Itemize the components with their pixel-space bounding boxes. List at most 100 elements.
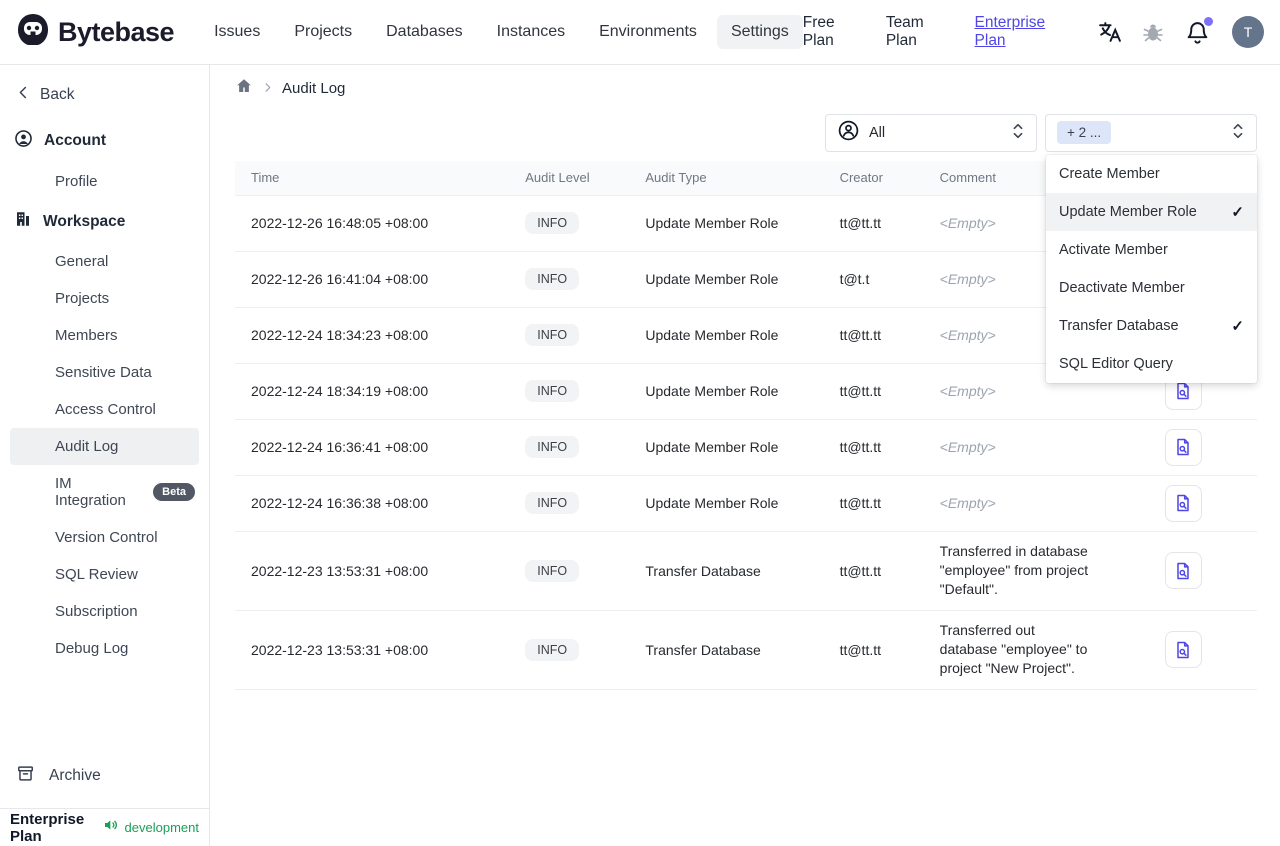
nav-item-instances[interactable]: Instances bbox=[483, 15, 579, 49]
cell-time: 2022-12-24 16:36:41 +08:00 bbox=[235, 418, 510, 475]
cell-audit-type: Update Member Role bbox=[629, 362, 824, 419]
sidebar-item-im-integration[interactable]: IM Integration Beta bbox=[0, 465, 209, 519]
audit-level-badge: INFO bbox=[525, 324, 580, 346]
audit-level-badge: INFO bbox=[525, 380, 580, 402]
creator-filter-select[interactable]: All bbox=[825, 114, 1037, 152]
cell-time: 2022-12-26 16:48:05 +08:00 bbox=[235, 194, 510, 251]
home-icon[interactable] bbox=[235, 77, 253, 100]
audit-level-badge: INFO bbox=[525, 212, 580, 234]
cell-creator: tt@tt.tt bbox=[823, 474, 924, 531]
sidebar-item-access-control[interactable]: Access Control bbox=[0, 391, 209, 428]
menu-item-create-member[interactable]: Create Member bbox=[1046, 155, 1257, 193]
back-button[interactable]: Back bbox=[0, 79, 209, 119]
chevron-right-icon bbox=[262, 80, 273, 98]
cell-creator: tt@tt.tt bbox=[823, 194, 924, 251]
sidebar-item-debug-log[interactable]: Debug Log bbox=[0, 630, 209, 667]
team-plan-link[interactable]: Team Plan bbox=[886, 14, 955, 50]
cell-audit-type: Update Member Role bbox=[629, 194, 824, 251]
audit-log-page: Audit Log All + 2 ... Time Audit Level A… bbox=[210, 65, 1280, 846]
menu-item-deactivate-member[interactable]: Deactivate Member bbox=[1046, 269, 1257, 307]
chevron-left-icon bbox=[16, 85, 31, 105]
audit-level-badge: INFO bbox=[525, 436, 580, 458]
sidebar-item-subscription[interactable]: Subscription bbox=[0, 593, 209, 630]
bytebase-logo[interactable]: Bytebase bbox=[16, 13, 175, 52]
menu-item-update-member-role[interactable]: Update Member Role ✓ bbox=[1046, 193, 1257, 231]
cell-audit-type: Update Member Role bbox=[629, 306, 824, 363]
sidebar-item-archive[interactable]: Archive bbox=[0, 754, 209, 798]
cell-comment: <Empty> bbox=[923, 418, 1110, 475]
nav-item-databases[interactable]: Databases bbox=[372, 15, 477, 49]
col-header-creator: Creator bbox=[823, 161, 924, 195]
cell-creator: t@t.t bbox=[823, 250, 924, 307]
nav-item-environments[interactable]: Environments bbox=[585, 15, 711, 49]
archive-box-icon bbox=[16, 764, 35, 788]
cell-time: 2022-12-24 16:36:38 +08:00 bbox=[235, 474, 510, 531]
creator-filter-value: All bbox=[869, 125, 886, 141]
speaker-icon[interactable] bbox=[103, 817, 119, 838]
cell-comment: Transferred out database "employee" to p… bbox=[923, 609, 1110, 690]
view-detail-button[interactable] bbox=[1164, 428, 1202, 466]
sidebar-item-audit-log[interactable]: Audit Log bbox=[10, 428, 199, 465]
free-plan-link[interactable]: Free Plan bbox=[803, 14, 866, 50]
table-row: 2022-12-24 16:36:41 +08:00 INFO Update M… bbox=[235, 418, 1257, 475]
cell-comment: Transferred in database "employee" from … bbox=[923, 530, 1110, 610]
sidebar-item-profile[interactable]: Profile bbox=[0, 163, 209, 200]
menu-item-activate-member[interactable]: Activate Member bbox=[1046, 231, 1257, 269]
sidebar-section-workspace: Workspace bbox=[0, 200, 209, 243]
cell-creator: tt@tt.tt bbox=[823, 530, 924, 610]
enterprise-plan-link[interactable]: Enterprise Plan bbox=[975, 14, 1074, 50]
cell-audit-type: Update Member Role bbox=[629, 250, 824, 307]
bug-report-icon[interactable] bbox=[1140, 19, 1166, 45]
sidebar-item-sensitive-data[interactable]: Sensitive Data bbox=[0, 354, 209, 391]
cell-creator: tt@tt.tt bbox=[823, 306, 924, 363]
sidebar-item-projects[interactable]: Projects bbox=[0, 280, 209, 317]
cell-creator: tt@tt.tt bbox=[823, 362, 924, 419]
account-person-icon bbox=[14, 129, 33, 153]
user-avatar[interactable]: T bbox=[1232, 16, 1264, 48]
audit-type-filter-select[interactable]: + 2 ... bbox=[1045, 114, 1257, 152]
nav-item-projects[interactable]: Projects bbox=[280, 15, 366, 49]
sidebar-item-members[interactable]: Members bbox=[0, 317, 209, 354]
col-header-time: Time bbox=[235, 161, 510, 195]
col-header-audit-level: Audit Level bbox=[509, 161, 630, 195]
notifications-bell-icon[interactable] bbox=[1184, 17, 1213, 45]
cell-time: 2022-12-24 18:34:19 +08:00 bbox=[235, 362, 510, 419]
audit-level-badge: INFO bbox=[525, 492, 580, 514]
workspace-header-label: Workspace bbox=[43, 212, 126, 230]
check-icon: ✓ bbox=[1231, 318, 1244, 335]
person-circle-icon bbox=[837, 119, 860, 147]
audit-level-badge: INFO bbox=[525, 268, 580, 290]
audit-filters: All + 2 ... bbox=[825, 114, 1257, 152]
view-detail-button[interactable] bbox=[1164, 552, 1202, 589]
cell-time: 2022-12-24 18:34:23 +08:00 bbox=[235, 306, 510, 363]
archive-label: Archive bbox=[49, 767, 101, 784]
view-detail-button[interactable] bbox=[1164, 631, 1202, 668]
dev-mode-label: development bbox=[124, 820, 199, 835]
menu-item-sql-editor-query[interactable]: SQL Editor Query bbox=[1046, 345, 1257, 383]
cell-time: 2022-12-23 13:53:31 +08:00 bbox=[235, 530, 510, 610]
translate-icon[interactable] bbox=[1096, 19, 1122, 45]
cell-time: 2022-12-23 13:53:31 +08:00 bbox=[235, 609, 510, 690]
top-navigation: Bytebase Issues Projects Databases Insta… bbox=[0, 0, 1280, 65]
col-header-audit-type: Audit Type bbox=[629, 161, 824, 195]
breadcrumb-current: Audit Log bbox=[282, 80, 346, 97]
sidebar-section-account: Account bbox=[0, 119, 209, 163]
sidebar-item-sql-review[interactable]: SQL Review bbox=[0, 556, 209, 593]
select-chevrons-icon bbox=[1011, 122, 1025, 145]
nav-item-issues[interactable]: Issues bbox=[200, 15, 274, 49]
sidebar-item-version-control[interactable]: Version Control bbox=[0, 519, 209, 556]
account-header-label: Account bbox=[44, 132, 106, 149]
cell-creator: tt@tt.tt bbox=[823, 609, 924, 690]
current-plan-label: Enterprise Plan bbox=[10, 810, 85, 845]
back-label: Back bbox=[40, 86, 75, 103]
cell-time: 2022-12-26 16:41:04 +08:00 bbox=[235, 250, 510, 307]
cell-creator: tt@tt.tt bbox=[823, 418, 924, 475]
type-filter-value: + 2 ... bbox=[1057, 121, 1112, 144]
brand-name: Bytebase bbox=[58, 16, 175, 47]
sidebar-item-general[interactable]: General bbox=[0, 243, 209, 280]
nav-item-settings[interactable]: Settings bbox=[716, 15, 803, 49]
view-detail-button[interactable] bbox=[1164, 484, 1202, 522]
beta-badge: Beta bbox=[153, 483, 195, 501]
audit-level-badge: INFO bbox=[525, 638, 580, 661]
menu-item-transfer-database[interactable]: Transfer Database ✓ bbox=[1046, 307, 1257, 345]
